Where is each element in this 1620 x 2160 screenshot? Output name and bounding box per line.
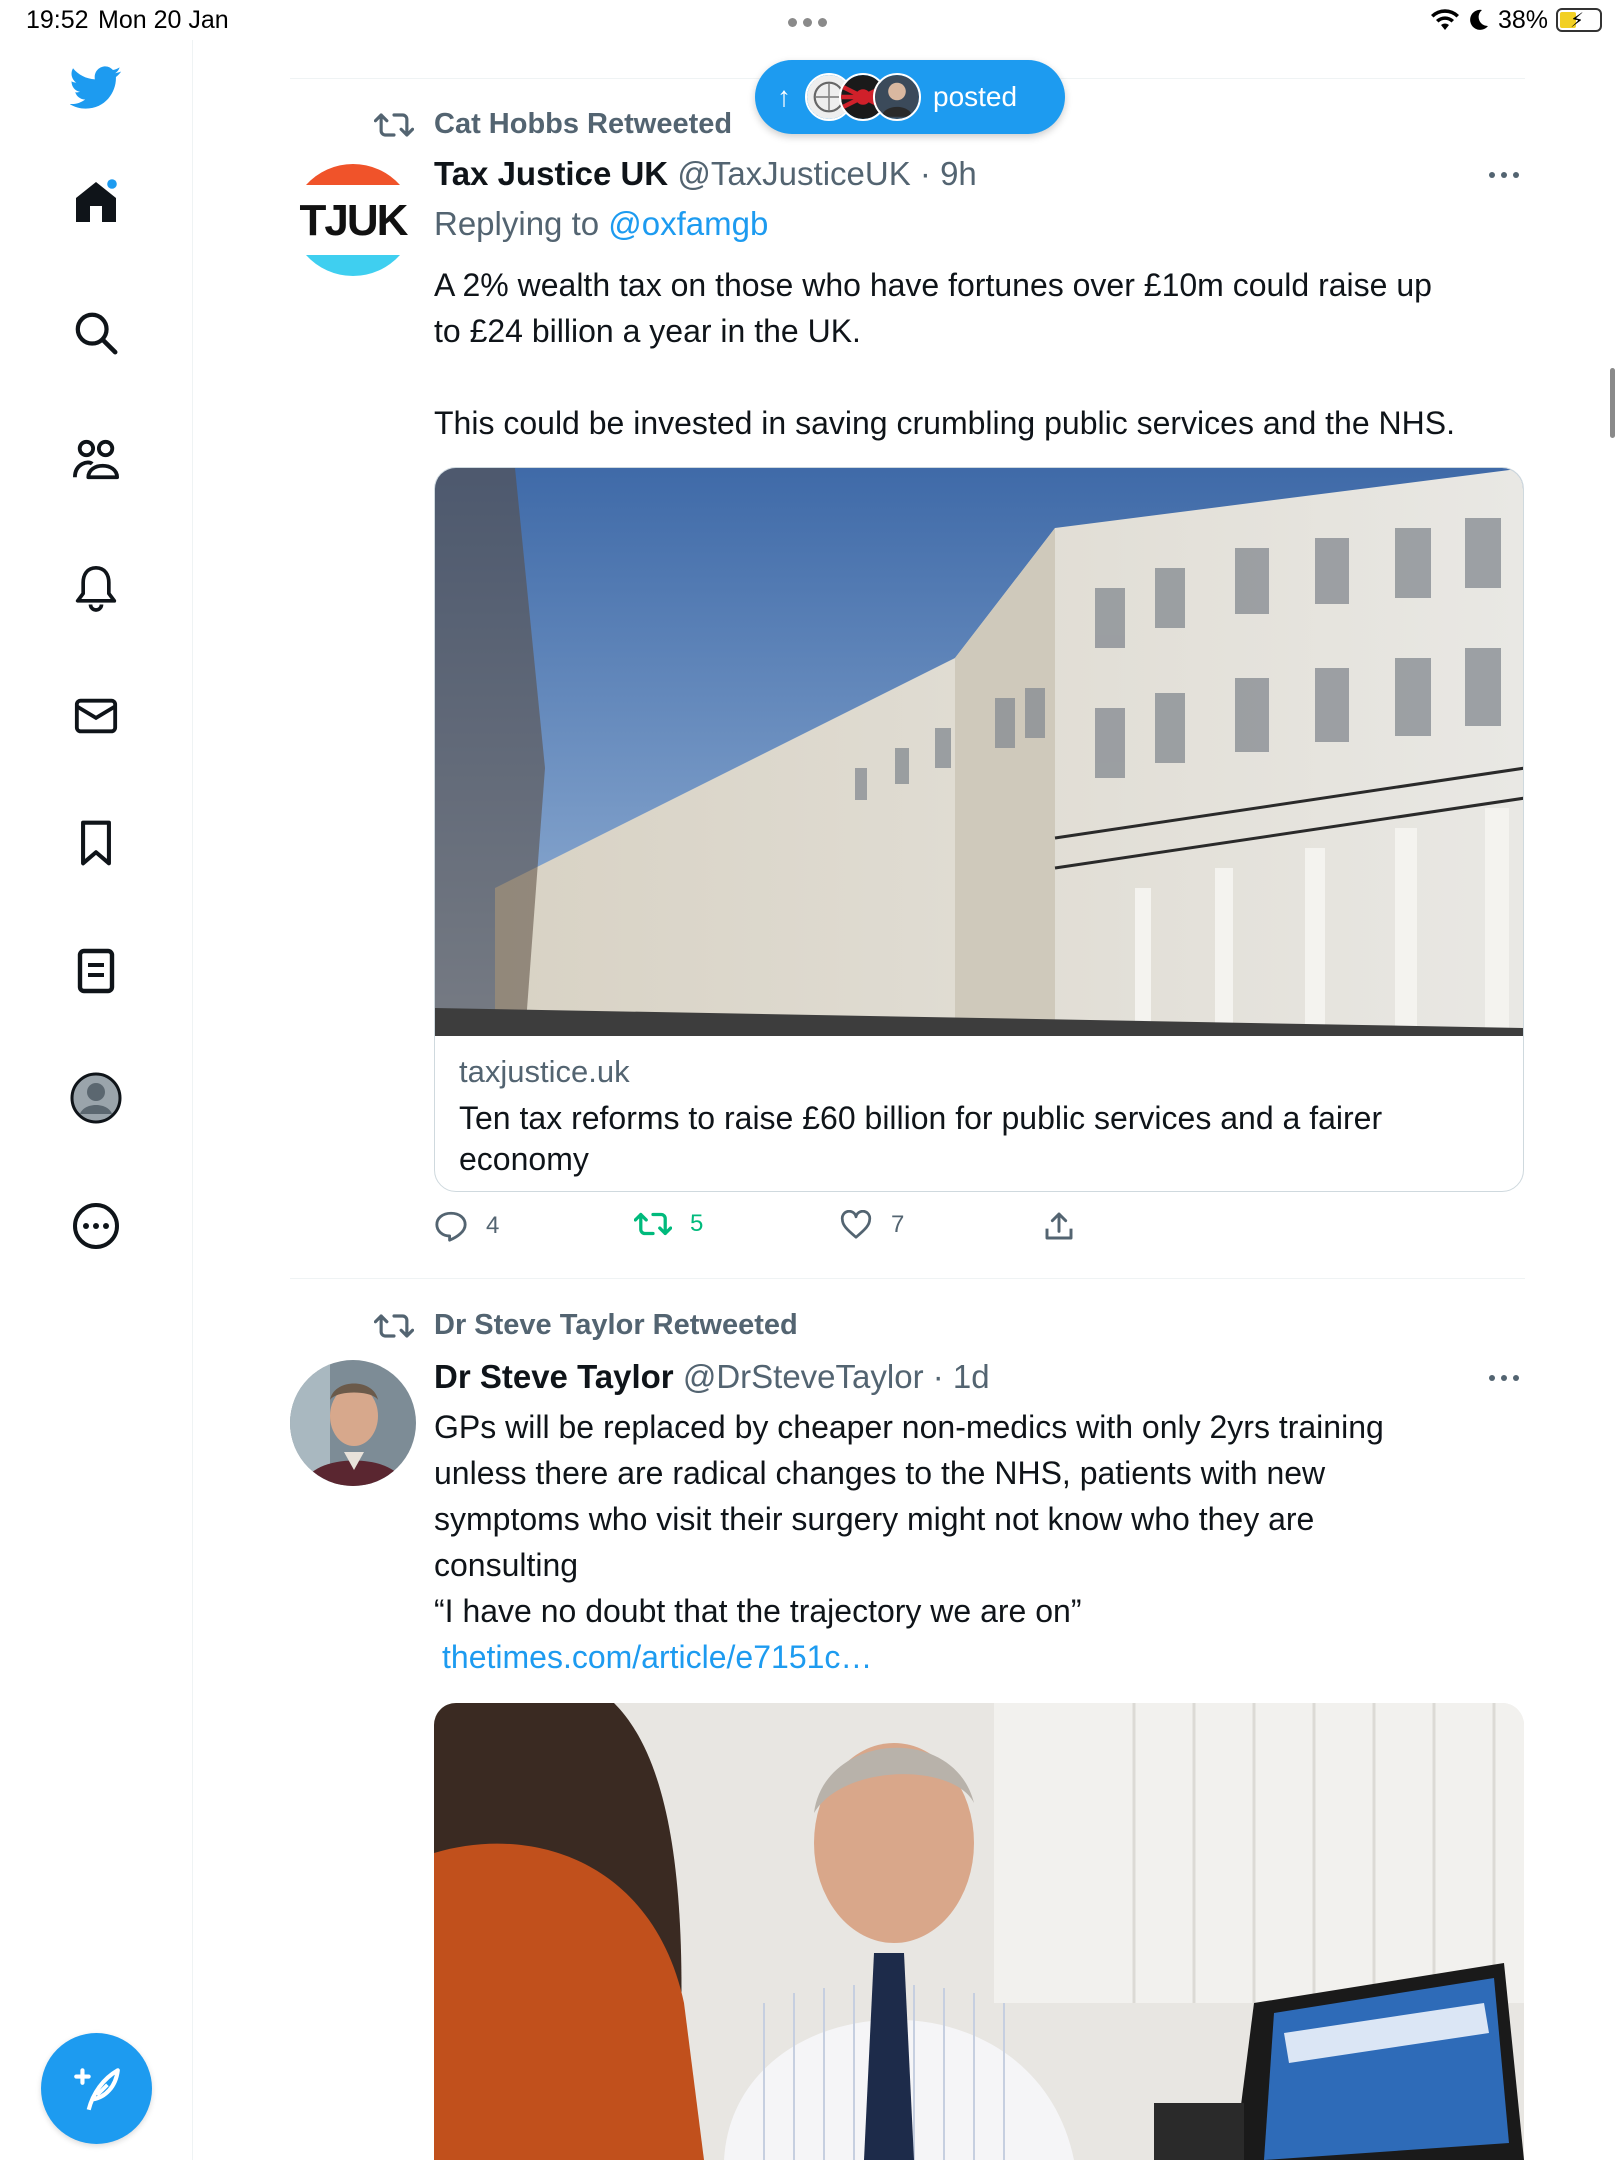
retweet-icon (634, 1212, 672, 1236)
retweet-context[interactable]: Cat Hobbs Retweeted (374, 108, 732, 141)
tweet-text: A 2% wealth tax on those who have fortun… (434, 262, 1524, 446)
battery-percent: 38% (1497, 5, 1548, 34)
tweet-text-line: consulting (434, 1547, 579, 1583)
tweet-time[interactable]: 9h (940, 155, 977, 192)
retweet-icon (374, 1313, 414, 1338)
replying-to: Replying to @oxfamgb (434, 205, 768, 243)
author-handle[interactable]: @DrSteveTaylor (683, 1358, 924, 1395)
separator-dot: · (910, 155, 941, 192)
avatar-dr-steve-taylor[interactable] (290, 1360, 416, 1486)
share-button[interactable] (1044, 1210, 1074, 1242)
status-date: Mon 20 Jan (98, 6, 229, 34)
reply-icon (435, 1211, 467, 1242)
replying-to-handle[interactable]: @oxfamgb (608, 205, 768, 242)
retweet-context-label: Dr Steve Taylor Retweeted (434, 1309, 798, 1341)
like-count: 7 (891, 1211, 905, 1238)
tweet-text-line: unless there are radical changes to the … (434, 1455, 1326, 1491)
reply-button[interactable]: 4 (434, 1210, 499, 1242)
tweet-text: GPs will be replaced by cheaper non-medi… (434, 1404, 1524, 1680)
tweet-photo-gp-at-computer[interactable] (434, 1703, 1524, 2160)
more-options-icon[interactable] (1489, 172, 1525, 182)
more-options-icon[interactable] (1489, 1375, 1525, 1385)
like-button[interactable]: 7 (839, 1210, 904, 1240)
link-preview-card[interactable]: taxjustice.uk Ten tax reforms to raise £… (434, 467, 1524, 1192)
tweet-link[interactable]: thetimes.com/article/e7151c… (434, 1634, 1524, 1680)
retweet-count: 5 (690, 1210, 704, 1237)
tweet-text-line: “I have no doubt that the trajectory we … (434, 1593, 1082, 1629)
home-icon[interactable] (68, 174, 124, 230)
new-posts-label: posted (933, 81, 1018, 112)
compose-tweet-button[interactable] (41, 2033, 152, 2144)
sidebar-nav (0, 40, 193, 2160)
more-circle-icon[interactable] (68, 1198, 124, 1254)
wifi-icon (1430, 9, 1459, 30)
retweet-icon (374, 112, 414, 137)
new-posts-pill[interactable]: ↑ posted (755, 60, 1065, 134)
author-handle[interactable]: @TaxJusticeUK (677, 155, 910, 192)
battery-icon: ⚡ (1556, 8, 1602, 32)
replying-to-prefix: Replying to (434, 205, 600, 242)
scroll-indicator[interactable] (1610, 368, 1615, 438)
tweet-text-line: to £24 billion a year in the UK. (434, 313, 861, 349)
arrow-up-icon: ↑ (777, 81, 791, 112)
tweet-text-line: This could be invested in saving crumbli… (434, 405, 1455, 441)
profile-avatar-icon[interactable] (68, 1070, 124, 1126)
tweet-header: Tax Justice UK @TaxJusticeUK · 9h (434, 155, 977, 193)
twitter-logo-icon[interactable] (68, 60, 124, 116)
tweet-text-line: A 2% wealth tax on those who have fortun… (434, 267, 1432, 303)
compose-tweet-icon (73, 2067, 120, 2110)
multitasking-dots-icon[interactable] (788, 14, 834, 27)
separator-dot: · (923, 1358, 953, 1395)
heart-icon (840, 1210, 872, 1239)
status-time: 19:52 (26, 6, 89, 34)
tweet-time[interactable]: 1d (953, 1358, 990, 1395)
share-icon (1045, 1212, 1073, 1240)
status-bar: 19:52 Mon 20 Jan 38% ⚡ (0, 0, 1620, 40)
retweet-context-label: Cat Hobbs Retweeted (434, 108, 733, 140)
messages-envelope-icon[interactable] (68, 688, 124, 744)
retweet-context[interactable]: Dr Steve Taylor Retweeted (374, 1309, 798, 1342)
author-name[interactable]: Tax Justice UK (434, 155, 668, 192)
communities-icon[interactable] (68, 432, 124, 488)
card-domain: taxjustice.uk (459, 1054, 630, 1089)
timeline-divider (290, 1278, 1525, 1279)
reply-count: 4 (486, 1212, 500, 1239)
card-image-terrace-houses (435, 468, 1523, 1036)
bookmark-icon[interactable] (68, 815, 124, 871)
poster-avatar-3 (873, 73, 921, 121)
avatar-tax-justice-uk[interactable]: TJUK (290, 157, 416, 283)
tweet-header: Dr Steve Taylor @DrSteveTaylor · 1d (434, 1358, 990, 1396)
retweet-button[interactable]: 5 (634, 1210, 703, 1238)
notifications-bell-icon[interactable] (68, 560, 124, 616)
tweet-text-line: symptoms who visit their surgery might n… (434, 1501, 1315, 1537)
lists-icon[interactable] (68, 943, 124, 999)
card-title: Ten tax reforms to raise £60 billion for… (459, 1100, 1383, 1177)
avatar-logo-text: TJUK (300, 196, 409, 245)
tweet-text-line: GPs will be replaced by cheaper non-medi… (434, 1409, 1384, 1445)
moon-icon (1470, 9, 1488, 30)
tweet-actions: 4 5 7 (434, 1210, 1094, 1250)
search-icon[interactable] (68, 305, 124, 361)
author-name[interactable]: Dr Steve Taylor (434, 1358, 674, 1395)
